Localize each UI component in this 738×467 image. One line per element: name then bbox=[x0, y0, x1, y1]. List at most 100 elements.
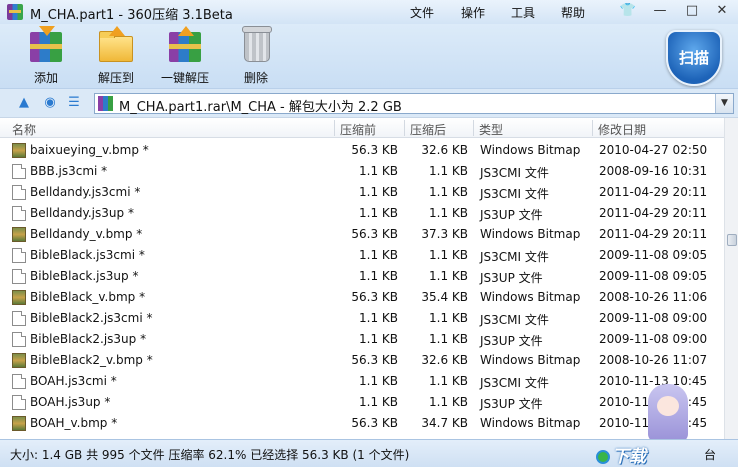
status-bar: 大小: 1.4 GB 共 995 个文件 压缩率 62.1% 已经选择 56.3… bbox=[0, 439, 738, 467]
one-click-extract-label: 一键解压 bbox=[160, 71, 209, 85]
table-row[interactable]: BOAH.js3up * 1.1 KB 1.1 KB JS3UP 文件 2010-11-… bbox=[0, 392, 724, 413]
list-view-icon[interactable]: ☰ bbox=[66, 95, 82, 111]
file-name: BibleBlack.js3cmi * bbox=[30, 248, 145, 262]
bitmap-file-icon bbox=[12, 143, 26, 158]
document-file-icon bbox=[12, 185, 26, 200]
table-row[interactable]: BibleBlack2_v.bmp * 56.3 KB 32.6 KB Windows… bbox=[0, 350, 724, 371]
file-unpacked-size: 1.1 KB bbox=[429, 311, 468, 325]
file-type: JS3UP 文件 bbox=[480, 334, 543, 348]
file-type: JS3CMI 文件 bbox=[480, 376, 549, 390]
scan-button[interactable]: 扫描 bbox=[666, 30, 722, 86]
file-type: Windows Bitmap bbox=[480, 353, 581, 367]
thumbnail-view-icon[interactable]: ◉ bbox=[42, 95, 58, 111]
file-type: JS3UP 文件 bbox=[480, 208, 543, 222]
path-field[interactable]: M_CHA.part1.rar\M_CHA - 解包大小为 2.2 GB ▼ bbox=[94, 93, 734, 115]
one-click-extract-icon bbox=[165, 26, 205, 64]
column-name[interactable]: 名称 bbox=[12, 121, 36, 138]
file-packed-size: 1.1 KB bbox=[359, 311, 398, 325]
file-unpacked-size: 1.1 KB bbox=[429, 332, 468, 346]
minimize-button[interactable]: — bbox=[650, 2, 670, 20]
document-file-icon bbox=[12, 395, 26, 410]
file-name: BibleBlack2.js3up * bbox=[30, 332, 147, 346]
path-text: M_CHA.part1.rar\M_CHA - 解包大小为 2.2 GB bbox=[119, 100, 402, 115]
column-modified[interactable]: 修改日期 bbox=[598, 121, 646, 138]
table-row[interactable]: Belldandy.js3cmi * 1.1 KB 1.1 KB JS3CMI 文件 2… bbox=[0, 182, 724, 203]
table-row[interactable]: BBB.js3cmi * 1.1 KB 1.1 KB JS3CMI 文件 2008-09… bbox=[0, 161, 724, 182]
scroll-thumb[interactable] bbox=[727, 234, 737, 246]
table-row[interactable]: baixueying_v.bmp * 56.3 KB 32.6 KB Windows … bbox=[0, 140, 724, 161]
menu-help[interactable]: 帮助 bbox=[561, 4, 585, 21]
table-row[interactable]: BibleBlack.js3cmi * 1.1 KB 1.1 KB JS3CMI 文件… bbox=[0, 245, 724, 266]
add-button[interactable]: 添加 bbox=[24, 26, 68, 86]
file-unpacked-size: 1.1 KB bbox=[429, 248, 468, 262]
list-header: 名称 压缩前 压缩后 类型 修改日期 bbox=[0, 118, 724, 138]
table-row[interactable]: Belldandy.js3up * 1.1 KB 1.1 KB JS3UP 文件 201… bbox=[0, 203, 724, 224]
column-packed[interactable]: 压缩前 bbox=[340, 121, 376, 138]
skin-shirt-icon[interactable]: 👕 bbox=[618, 2, 638, 20]
file-name: BibleBlack.js3up * bbox=[30, 269, 139, 283]
file-packed-size: 56.3 KB bbox=[351, 416, 398, 430]
file-packed-size: 56.3 KB bbox=[351, 290, 398, 304]
delete-button[interactable]: 删除 bbox=[234, 26, 278, 86]
file-modified: 2008-10-26 11:06 bbox=[599, 290, 708, 304]
chevron-down-icon[interactable]: ▼ bbox=[715, 94, 733, 113]
table-row[interactable]: Belldandy_v.bmp * 56.3 KB 37.3 KB Windows B… bbox=[0, 224, 724, 245]
add-archive-icon bbox=[26, 26, 66, 64]
file-modified: 2009-11-08 09:05 bbox=[599, 269, 708, 283]
vertical-scrollbar[interactable] bbox=[724, 118, 738, 439]
table-row[interactable]: BibleBlack.js3up * 1.1 KB 1.1 KB JS3UP 文件 20… bbox=[0, 266, 724, 287]
close-button[interactable]: ✕ bbox=[712, 2, 732, 20]
file-packed-size: 56.3 KB bbox=[351, 227, 398, 241]
table-row[interactable]: BibleBlack_v.bmp * 56.3 KB 35.4 KB Windows … bbox=[0, 287, 724, 308]
one-click-extract-button[interactable]: 一键解压 bbox=[156, 26, 214, 86]
table-row[interactable]: BibleBlack2.js3cmi * 1.1 KB 1.1 KB JS3CMI 文… bbox=[0, 308, 724, 329]
file-modified: 2009-11-08 09:00 bbox=[599, 311, 708, 325]
file-modified: 2010-04-27 02:50 bbox=[599, 143, 708, 157]
extract-to-button[interactable]: 解压到 bbox=[94, 26, 138, 86]
status-text: 大小: 1.4 GB 共 995 个文件 压缩率 62.1% 已经选择 56.3… bbox=[10, 448, 410, 462]
table-row[interactable]: BibleBlack2.js3up * 1.1 KB 1.1 KB JS3UP 文件 2… bbox=[0, 329, 724, 350]
file-packed-size: 1.1 KB bbox=[359, 164, 398, 178]
file-name: BibleBlack2.js3cmi * bbox=[30, 311, 153, 325]
document-file-icon bbox=[12, 206, 26, 221]
column-type[interactable]: 类型 bbox=[479, 121, 503, 138]
file-type: JS3CMI 文件 bbox=[480, 250, 549, 264]
file-unpacked-size: 1.1 KB bbox=[429, 269, 468, 283]
file-unpacked-size: 1.1 KB bbox=[429, 185, 468, 199]
file-unpacked-size: 34.7 KB bbox=[421, 416, 468, 430]
file-unpacked-size: 35.4 KB bbox=[421, 290, 468, 304]
add-label: 添加 bbox=[33, 71, 58, 85]
file-name: BBB.js3cmi * bbox=[30, 164, 108, 178]
file-packed-size: 56.3 KB bbox=[351, 353, 398, 367]
file-unpacked-size: 1.1 KB bbox=[429, 374, 468, 388]
table-row[interactable]: BOAH.js3cmi * 1.1 KB 1.1 KB JS3CMI 文件 2010-1… bbox=[0, 371, 724, 392]
maximize-button[interactable]: □ bbox=[682, 2, 702, 20]
document-file-icon bbox=[12, 269, 26, 284]
file-list: 名称 压缩前 压缩后 类型 修改日期 baixueying_v.bmp * 56.… bbox=[0, 117, 738, 439]
menu-tools[interactable]: 工具 bbox=[511, 4, 535, 21]
file-type: Windows Bitmap bbox=[480, 416, 581, 430]
document-file-icon bbox=[12, 248, 26, 263]
column-unpacked[interactable]: 压缩后 bbox=[410, 121, 446, 138]
bitmap-file-icon bbox=[12, 353, 26, 368]
file-name: BibleBlack2_v.bmp * bbox=[30, 353, 153, 367]
file-packed-size: 1.1 KB bbox=[359, 185, 398, 199]
mascot-image bbox=[638, 384, 698, 444]
file-modified: 2008-10-26 11:07 bbox=[599, 353, 708, 367]
file-type: JS3UP 文件 bbox=[480, 397, 543, 411]
up-arrow-icon[interactable]: ▲ bbox=[16, 95, 32, 111]
table-row[interactable]: BOAH_v.bmp * 56.3 KB 34.7 KB Windows Bitmap… bbox=[0, 413, 724, 434]
address-bar: ▲ ◉ ☰ M_CHA.part1.rar\M_CHA - 解包大小为 2.2 … bbox=[0, 88, 738, 116]
file-unpacked-size: 32.6 KB bbox=[421, 143, 468, 157]
menu-file[interactable]: 文件 bbox=[410, 4, 434, 21]
file-name: Belldandy_v.bmp * bbox=[30, 227, 143, 241]
menu-operate[interactable]: 操作 bbox=[461, 4, 485, 21]
file-modified: 2009-11-08 09:05 bbox=[599, 248, 708, 262]
toolbar: 添加 解压到 一键解压 删除 bbox=[0, 24, 738, 88]
file-name: Belldandy.js3cmi * bbox=[30, 185, 141, 199]
file-packed-size: 1.1 KB bbox=[359, 332, 398, 346]
file-packed-size: 1.1 KB bbox=[359, 374, 398, 388]
file-type: Windows Bitmap bbox=[480, 143, 581, 157]
file-name: Belldandy.js3up * bbox=[30, 206, 134, 220]
file-modified: 2008-09-16 10:31 bbox=[599, 164, 708, 178]
